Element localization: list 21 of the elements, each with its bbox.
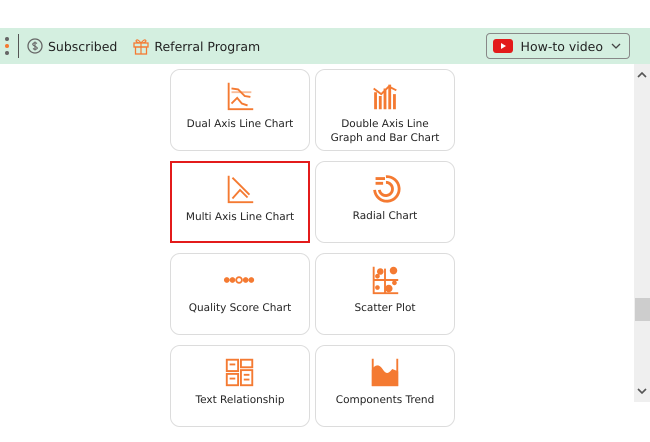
chart-type-card[interactable]: Double Axis Line Graph and Bar Chart	[315, 69, 455, 151]
scroll-up-icon[interactable]	[637, 72, 647, 78]
how-to-video-button[interactable]: How-to video	[486, 33, 630, 59]
gift-icon	[133, 38, 150, 54]
chart-type-card[interactable]: Text Relationship	[170, 345, 310, 427]
chevron-down-icon	[611, 43, 621, 49]
more-icon[interactable]	[4, 36, 10, 56]
chart-type-card[interactable]: Dual Axis Line Chart	[170, 69, 310, 151]
scrollbar[interactable]	[634, 64, 650, 402]
chart-type-card[interactable]: Scatter Plot	[315, 253, 455, 335]
referral-link[interactable]: Referral Program	[133, 38, 260, 54]
dollar-icon	[27, 38, 43, 54]
scroll-thumb[interactable]	[635, 298, 650, 321]
chart-type-card[interactable]: Multi Axis Line Chart	[170, 161, 310, 243]
chart-icon	[223, 276, 257, 284]
scroll-down-icon[interactable]	[637, 388, 647, 394]
play-icon	[492, 39, 513, 53]
subscribed-link[interactable]: Subscribed	[27, 38, 118, 54]
chart-type-card[interactable]: Radial Chart	[315, 161, 455, 243]
chart-type-card[interactable]: Quality Score Chart	[170, 253, 310, 335]
chart-type-card[interactable]: Components Trend	[315, 345, 455, 427]
